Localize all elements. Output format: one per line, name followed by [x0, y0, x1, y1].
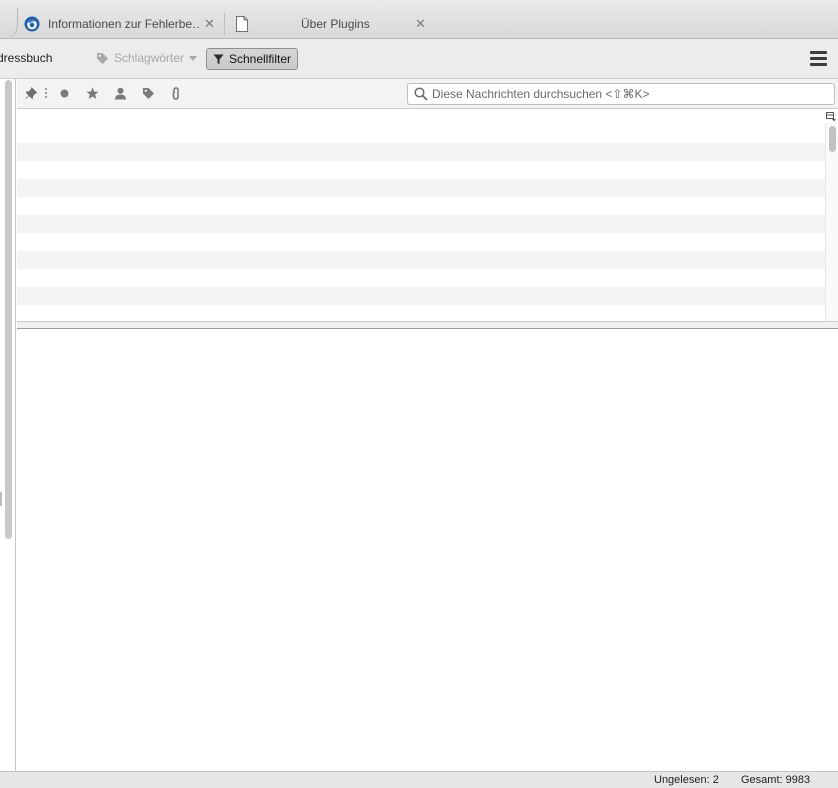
mail-window: Informationen zur Fehlerbe… ✕ Über Plugi…	[0, 0, 838, 788]
contact-icon[interactable]	[114, 87, 127, 100]
list-row[interactable]	[17, 143, 825, 161]
thunderbird-icon	[24, 16, 40, 32]
document-icon	[235, 16, 251, 32]
tag-icon[interactable]	[142, 87, 155, 100]
pin-icon[interactable]	[25, 87, 38, 100]
tab-label: Über Plugins	[301, 17, 370, 31]
tag-icon	[96, 52, 109, 65]
tags-button[interactable]: Schlagwörter	[96, 51, 198, 65]
list-row[interactable]	[17, 161, 825, 179]
tags-label: Schlagwörter	[114, 51, 185, 65]
close-tab-icon[interactable]: ✕	[204, 16, 215, 32]
unread-count: Ungelesen: 2	[654, 774, 719, 786]
thread-list-scrollbar[interactable]	[825, 123, 838, 321]
active-tab-edge[interactable]	[0, 8, 18, 39]
message-search-box[interactable]	[407, 83, 835, 105]
tab-about-plugins[interactable]: Über Plugins ✕	[235, 10, 430, 38]
list-row[interactable]	[17, 215, 825, 233]
main-toolbar: dressbuch Schlagwörter Schnellfilter	[0, 39, 838, 79]
address-book-button[interactable]: dressbuch	[0, 51, 52, 65]
list-row[interactable]	[17, 197, 825, 215]
quick-filter-label: Schnellfilter	[228, 52, 292, 66]
list-row[interactable]	[17, 251, 825, 269]
tab-label: Informationen zur Fehlerbe…	[48, 17, 200, 31]
list-row[interactable]	[17, 269, 825, 287]
folder-pane-scrollbar[interactable]	[5, 80, 12, 539]
pin-options-grip[interactable]	[45, 88, 47, 98]
search-icon	[414, 87, 428, 104]
message-pane	[17, 329, 838, 771]
list-row[interactable]	[17, 305, 825, 321]
tab-separator	[224, 13, 225, 35]
filter-icon	[213, 54, 224, 65]
star-icon[interactable]	[86, 87, 99, 100]
total-count: Gesamt: 9983	[741, 774, 811, 786]
hamburger-menu-icon[interactable]	[810, 51, 827, 66]
status-bar: Ungelesen: 2 Gesamt: 9983	[0, 771, 838, 788]
chevron-down-icon	[189, 55, 198, 61]
list-row[interactable]	[17, 287, 825, 305]
list-row[interactable]	[17, 109, 825, 125]
address-book-label: dressbuch	[0, 51, 53, 65]
thread-list[interactable]	[17, 109, 825, 321]
search-input[interactable]	[432, 85, 828, 103]
column-picker-icon[interactable]	[826, 111, 836, 122]
message-pane-splitter[interactable]	[17, 321, 838, 329]
quick-filter-button[interactable]: Schnellfilter	[206, 48, 298, 70]
tab-bar: Informationen zur Fehlerbe… ✕ Über Plugi…	[0, 0, 838, 39]
list-row[interactable]	[17, 125, 825, 143]
close-tab-icon[interactable]: ✕	[415, 16, 426, 32]
attachment-icon[interactable]	[170, 87, 183, 100]
pane-splitter-grip[interactable]	[0, 492, 2, 506]
tab-error-report[interactable]: Informationen zur Fehlerbe… ✕	[24, 10, 220, 38]
thread-list-scroll-thumb[interactable]	[829, 126, 836, 152]
unread-dot-icon[interactable]	[59, 88, 72, 101]
list-row[interactable]	[17, 179, 825, 197]
list-row[interactable]	[17, 233, 825, 251]
